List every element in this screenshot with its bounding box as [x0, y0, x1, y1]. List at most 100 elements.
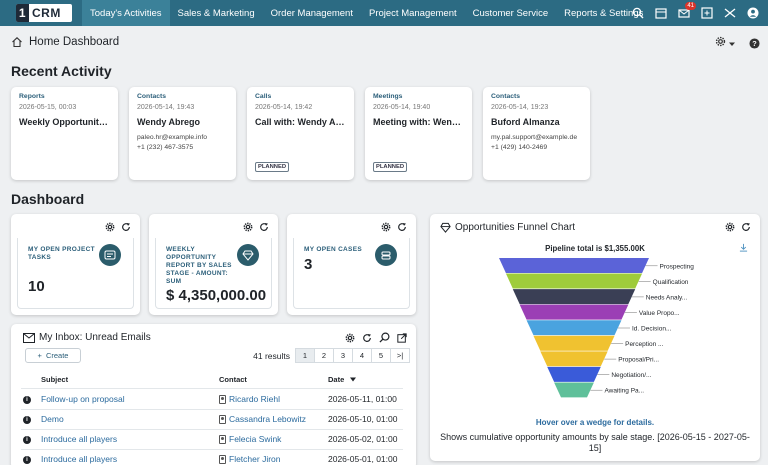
user-icon[interactable]: [746, 6, 760, 20]
header-tools: ?: [715, 36, 760, 50]
activity-card[interactable]: Meetings 2026-05-14, 19:40 Meeting with: W…: [365, 87, 472, 180]
status-badge: PLANNED: [255, 162, 290, 172]
settings-dropdown[interactable]: [715, 36, 735, 50]
gear-icon[interactable]: [243, 222, 253, 232]
activity-type: Calls: [255, 93, 272, 100]
home-icon[interactable]: [11, 36, 23, 48]
refresh-icon[interactable]: [741, 222, 751, 232]
funnel-wedge[interactable]: [505, 273, 643, 289]
gear-icon[interactable]: [725, 222, 735, 232]
column-date[interactable]: Date: [328, 375, 357, 384]
refresh-icon[interactable]: [397, 222, 407, 232]
funnel-widget: Opportunities Funnel Chart Pipeline tota…: [430, 214, 760, 461]
last-page-button[interactable]: >|: [390, 348, 410, 363]
table-row[interactable]: i Introduce all players Felecia Swink 2026-…: [21, 433, 401, 448]
column-contact[interactable]: Contact: [219, 375, 247, 384]
expand-icon[interactable]: [397, 332, 407, 343]
contact-link[interactable]: Felecia Swink: [229, 434, 281, 444]
column-subject[interactable]: Subject: [41, 375, 68, 384]
funnel-chart: Prospecting Qualification Needs Analy... Va…: [499, 258, 694, 398]
add-icon[interactable]: [700, 6, 714, 20]
funnel-wedge[interactable]: [526, 320, 622, 336]
nav-tab[interactable]: Project Management: [361, 0, 465, 26]
shuffle-icon[interactable]: [723, 6, 737, 20]
info-icon[interactable]: i: [23, 436, 31, 444]
refresh-icon[interactable]: [362, 333, 372, 343]
email-subject-link[interactable]: Introduce all players: [41, 454, 117, 464]
search-icon[interactable]: [631, 6, 645, 20]
gear-icon[interactable]: [381, 222, 391, 232]
page-button[interactable]: 5: [371, 348, 391, 363]
funnel-label: Negotiation/...: [611, 372, 651, 379]
activity-time: 2026-05-14, 19:40: [373, 104, 431, 111]
funnel-wedge[interactable]: [499, 258, 649, 273]
row-divider: [21, 429, 403, 430]
funnel-label: Awaiting Pa...: [604, 388, 644, 395]
activity-card[interactable]: Contacts 2026-05-14, 19:43 Wendy Abrego pal…: [129, 87, 236, 180]
create-button[interactable]: + Create: [25, 348, 81, 363]
widget-tools: [725, 222, 751, 232]
info-icon[interactable]: i: [23, 416, 31, 424]
activity-card[interactable]: Reports 2026-05-15, 00:03 Weekly Opportuni…: [11, 87, 118, 180]
kpi-open-cases: MY OPEN CASES 3: [287, 214, 416, 315]
nav-icons: 41: [631, 0, 760, 26]
email-subject-link[interactable]: Follow-up on proposal: [41, 394, 125, 404]
plus-icon: +: [37, 351, 42, 360]
nav-tab[interactable]: Customer Service: [465, 0, 557, 26]
notifications-icon[interactable]: 41: [677, 2, 696, 20]
table-row[interactable]: i Introduce all players Fletcher Jiron 2026…: [21, 453, 401, 465]
activity-card[interactable]: Calls 2026-05-14, 19:42 Call with: Wendy A…: [247, 87, 354, 180]
activity-card[interactable]: Contacts 2026-05-14, 19:23 Buford Almanza m…: [483, 87, 590, 180]
mail-icon: [23, 332, 35, 343]
contact-link[interactable]: Ricardo Riehl: [229, 394, 280, 404]
funnel-title: Opportunities Funnel Chart: [440, 222, 575, 233]
activity-title: Meeting with: Wendy...: [373, 117, 464, 127]
page-header: Home Dashboard: [11, 36, 119, 48]
search-icon[interactable]: [379, 332, 390, 343]
table-row[interactable]: i Demo Cassandra Lebowitz 2026-05-10, 01:00: [21, 413, 401, 428]
activity-title: Buford Almanza: [491, 117, 560, 127]
funnel-wedge[interactable]: [547, 366, 601, 382]
notification-badge: 41: [685, 2, 696, 10]
info-icon[interactable]: i: [23, 456, 31, 464]
gear-icon: [716, 36, 726, 47]
funnel-label: Value Propo...: [639, 310, 680, 317]
stack-icon: [375, 244, 397, 266]
info-icon[interactable]: i: [23, 396, 31, 404]
page-button[interactable]: 1: [295, 348, 315, 363]
funnel-wedge[interactable]: [554, 382, 594, 398]
nav-tab[interactable]: Order Management: [263, 0, 361, 26]
nav-tab[interactable]: Sales & Marketing: [170, 0, 263, 26]
funnel-wedge[interactable]: [540, 351, 608, 367]
page-button[interactable]: 3: [333, 348, 353, 363]
help-icon[interactable]: ?: [749, 37, 760, 49]
activity-type: Contacts: [491, 93, 521, 100]
gear-icon[interactable]: [345, 333, 355, 343]
contact-link[interactable]: Cassandra Lebowitz: [229, 414, 306, 424]
row-divider: [21, 449, 403, 450]
app-logo[interactable]: 1 CRM: [16, 4, 72, 22]
page-button[interactable]: 2: [314, 348, 334, 363]
status-badge: PLANNED: [373, 162, 408, 172]
chevron-down-icon: [729, 42, 735, 46]
refresh-icon[interactable]: [259, 222, 269, 232]
email-subject-link[interactable]: Demo: [41, 414, 64, 424]
funnel-chart-title: Pipeline total is $1,355.00K: [545, 244, 645, 253]
funnel-wedge[interactable]: [512, 289, 636, 305]
funnel-wedge[interactable]: [519, 304, 629, 320]
calendar-icon[interactable]: [654, 6, 668, 20]
contact-link[interactable]: Fletcher Jiron: [229, 454, 281, 464]
svg-text:?: ?: [752, 38, 757, 47]
kpi-weekly-opportunity: WEEKLY OPPORTUNITY REPORT BY SALES STAGE - …: [149, 214, 278, 315]
funnel-wedge[interactable]: [533, 335, 615, 351]
email-subject-link[interactable]: Introduce all players: [41, 434, 117, 444]
refresh-icon[interactable]: [121, 222, 131, 232]
kpi-body: MY OPEN PROJECT TASKS 10: [17, 238, 134, 309]
logo-number: 1: [16, 4, 29, 22]
funnel-label: Id. Decision...: [632, 326, 672, 333]
gear-icon[interactable]: [105, 222, 115, 232]
nav-tab[interactable]: Today's Activities: [82, 0, 170, 26]
page-button[interactable]: 4: [352, 348, 372, 363]
activity-type: Reports: [19, 93, 45, 100]
table-row[interactable]: i Follow-up on proposal Ricardo Riehl 2026-…: [21, 393, 401, 408]
